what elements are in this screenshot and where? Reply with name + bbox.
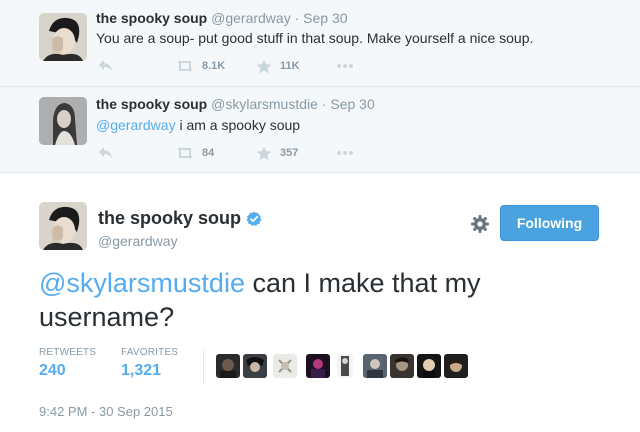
avatar[interactable]: [306, 354, 330, 378]
following-button[interactable]: Following: [500, 205, 599, 241]
tweet-text: You are a soup- put good stuff in that s…: [96, 30, 533, 46]
more-button[interactable]: [336, 145, 354, 161]
tweet-timestamp[interactable]: 9:42 PM - 30 Sep 2015: [39, 404, 173, 419]
avatar[interactable]: [273, 354, 297, 378]
stat-label: RETWEETS: [39, 347, 97, 358]
retweet-count: 8.1K: [202, 60, 226, 72]
context-tweet[interactable]: the spooky soup @gerardway · Sep 30 You …: [0, 0, 640, 87]
more-button[interactable]: [336, 58, 354, 74]
avatar[interactable]: [39, 202, 87, 250]
username[interactable]: @skylarsmustdie: [211, 96, 318, 112]
avatar[interactable]: [216, 354, 240, 378]
tweet-text: @gerardway i am a spooky soup: [96, 117, 300, 133]
favorite-icon: [256, 59, 272, 73]
tweet-text-body: i am a spooky soup: [175, 117, 301, 133]
retweet-button[interactable]: 8.1K: [176, 58, 225, 74]
tweet-actions: 84 357: [96, 145, 366, 161]
retweet-button[interactable]: 84: [176, 145, 214, 161]
context-tweet[interactable]: the spooky soup @skylarsmustdie · Sep 30…: [0, 87, 640, 173]
stat-label: FAVORITES: [121, 347, 179, 358]
avatar[interactable]: [243, 354, 267, 378]
gear-icon: [471, 215, 489, 233]
favorite-button[interactable]: 357: [256, 145, 298, 161]
more-icon: [337, 64, 353, 68]
display-name[interactable]: the spooky soup: [96, 96, 207, 112]
reply-icon: [99, 147, 112, 158]
separator: ·: [321, 96, 327, 112]
favorite-button[interactable]: 11K: [256, 58, 300, 74]
display-name-text[interactable]: the spooky soup: [98, 208, 241, 229]
avatar[interactable]: [417, 354, 441, 378]
stat-value[interactable]: 240: [39, 362, 96, 380]
favorite-icon: [256, 146, 272, 160]
avatar[interactable]: [363, 354, 387, 378]
separator: ·: [294, 10, 300, 26]
favorite-count: 11K: [280, 60, 300, 72]
tweet-text: @skylarsmustdie can I make that my usern…: [39, 266, 599, 334]
avatar[interactable]: [337, 354, 353, 378]
favorites-stat[interactable]: FAVORITES 1,321: [121, 347, 178, 380]
reply-icon: [99, 60, 112, 71]
stat-value[interactable]: 1,321: [121, 362, 178, 380]
tweet-date[interactable]: Sep 30: [330, 96, 374, 112]
verified-icon: [246, 211, 262, 226]
gear-button[interactable]: [470, 214, 490, 234]
tweet-date[interactable]: Sep 30: [303, 10, 347, 26]
username[interactable]: @gerardway: [98, 233, 178, 249]
avatar[interactable]: [39, 13, 87, 61]
display-name[interactable]: the spooky soup: [96, 10, 207, 26]
retweet-icon: [177, 60, 193, 72]
reply-button[interactable]: [98, 58, 114, 74]
avatar[interactable]: [444, 354, 468, 378]
mention-link[interactable]: @gerardway: [96, 117, 176, 133]
display-name[interactable]: the spooky soup: [98, 208, 262, 229]
favorite-count: 357: [280, 147, 299, 159]
divider: [203, 349, 204, 385]
avatar[interactable]: [39, 97, 87, 145]
username[interactable]: @gerardway: [211, 10, 291, 26]
more-icon: [337, 151, 353, 155]
tweet-text-body: You are a soup- put good stuff in that s…: [96, 30, 534, 46]
retweet-count: 84: [202, 147, 215, 159]
avatar[interactable]: [390, 354, 414, 378]
retweets-stat[interactable]: RETWEETS 240: [39, 347, 96, 380]
tweet-actions: 8.1K 11K: [96, 58, 366, 74]
reply-button[interactable]: [98, 145, 114, 161]
retweet-icon: [177, 147, 193, 159]
mention-link[interactable]: @skylarsmustdie: [39, 268, 245, 298]
